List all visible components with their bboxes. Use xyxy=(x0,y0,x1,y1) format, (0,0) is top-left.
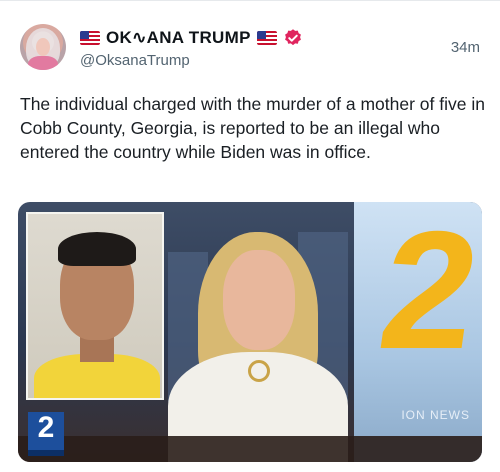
anchor-face xyxy=(223,250,295,350)
station-screen: 2 ION NEWS xyxy=(354,202,482,462)
anchor-necklace xyxy=(248,360,270,382)
post-timestamp[interactable]: 34m xyxy=(451,39,480,56)
display-name[interactable]: OK∿ANA TRUMP xyxy=(106,28,251,48)
us-flag-icon xyxy=(256,31,277,45)
station-logo-strip xyxy=(28,450,64,456)
station-logo: 2 xyxy=(28,412,64,452)
post-media-image[interactable]: 2 ION NEWS 2 xyxy=(18,202,482,462)
author-name-row[interactable]: OK∿ANA TRUMP xyxy=(80,26,303,50)
top-divider xyxy=(0,0,500,1)
user-handle[interactable]: @OksanaTrump xyxy=(80,52,190,69)
verified-badge-icon xyxy=(284,29,301,46)
station-number-graphic: 2 xyxy=(369,202,482,384)
news-desk xyxy=(18,436,482,462)
mugshot-inset xyxy=(26,212,164,400)
avatar[interactable] xyxy=(20,24,66,70)
news-label: ION NEWS xyxy=(401,408,470,422)
us-flag-icon xyxy=(80,31,100,45)
post-text: The individual charged with the murder o… xyxy=(20,94,485,162)
